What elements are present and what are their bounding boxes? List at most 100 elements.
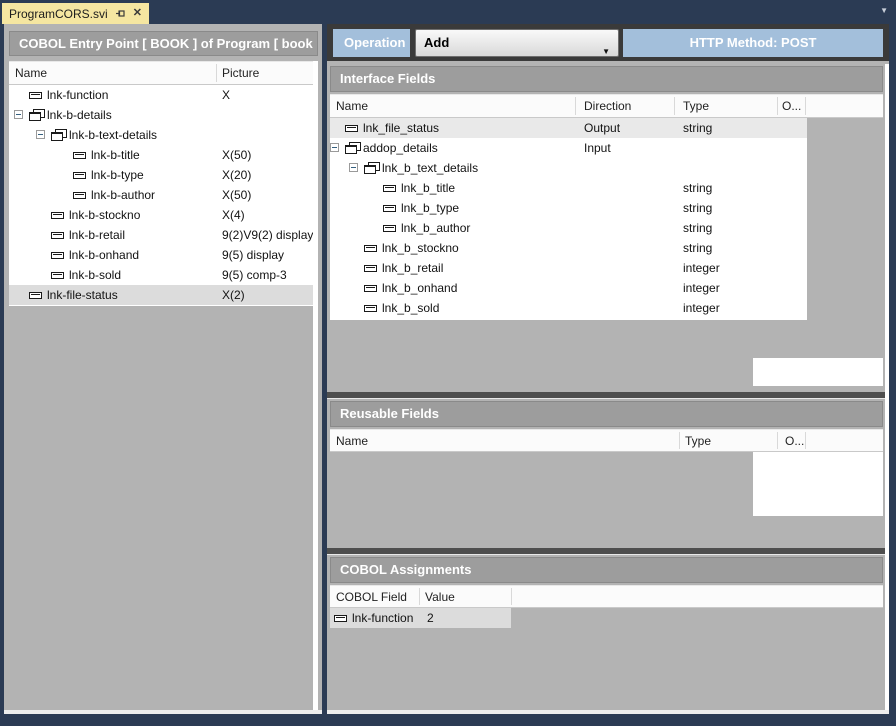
tree-row[interactable]: lnk-file-statusX(2) [9, 285, 318, 305]
field-name: lnk-b-details [47, 105, 112, 125]
close-icon[interactable]: ✕ [133, 8, 142, 19]
section-splitter[interactable] [327, 392, 889, 399]
tree-row[interactable]: lnk-b-stockno X(4) [9, 205, 318, 225]
column-resize-handle[interactable] [777, 97, 778, 115]
column-resize-handle[interactable] [777, 432, 778, 449]
field-picture: X [222, 85, 230, 105]
tree-column-header[interactable]: NamePicture [9, 61, 318, 85]
field-type: string [683, 218, 712, 238]
tree-row[interactable]: lnk-b-authorX(50) [9, 185, 318, 205]
tree-row[interactable]: lnk-b-titleX(50) [9, 145, 318, 165]
operation-select[interactable]: Add ▼ [415, 29, 619, 57]
tree-row[interactable]: lnk_b_text_details [330, 158, 807, 178]
tree-row[interactable]: lnk_b_title string [330, 178, 807, 198]
column-header-label: Name [336, 430, 368, 452]
field-icon [364, 305, 377, 312]
scrollbar-track[interactable] [885, 64, 889, 710]
interface-fields-title: Interface Fields [330, 66, 883, 92]
column-header-label: O... [782, 95, 801, 117]
field-name: lnk_b_title [401, 178, 455, 198]
field-name: lnk_b_retail [382, 258, 443, 278]
panel-title: COBOL Entry Point [ BOOK ] of Program [ … [9, 31, 318, 56]
expander-minus-icon[interactable] [36, 130, 45, 139]
document-tab[interactable]: ProgramCORS.svi ✕ [2, 3, 149, 24]
tree-row[interactable]: lnk_b_type string [330, 198, 807, 218]
field-name: lnk_b_stockno [382, 238, 459, 258]
field-icon [364, 285, 377, 292]
column-resize-handle[interactable] [674, 97, 675, 115]
http-method-label: HTTP Method: POST [623, 29, 883, 57]
field-picture: X(4) [222, 205, 245, 225]
tree-row[interactable]: lnk-functionX [9, 85, 318, 105]
cobol-assignments-column-header[interactable]: COBOL FieldValue [330, 585, 883, 608]
cobol-assignments-title: COBOL Assignments [330, 557, 883, 583]
pin-icon[interactable] [115, 8, 126, 19]
expander-minus-icon[interactable] [349, 163, 358, 172]
column-resize-handle[interactable] [805, 97, 806, 115]
panel-edge [327, 710, 889, 714]
field-type: integer [683, 298, 720, 318]
tab-list-dropdown-icon[interactable]: ▼ [880, 6, 888, 15]
group-field-icon [364, 162, 379, 173]
field-type: string [683, 118, 712, 138]
field-name: lnk_b_text_details [382, 158, 478, 178]
section-splitter[interactable] [327, 548, 889, 555]
tree-row[interactable]: lnk-b-typeX(20) [9, 165, 318, 185]
field-type: integer [683, 258, 720, 278]
field-picture: 9(5) comp-3 [222, 265, 287, 285]
field-name: lnk_b_type [401, 198, 459, 218]
tree-row[interactable]: lnk_file_status Output string [330, 118, 807, 138]
column-header-label: Direction [584, 95, 631, 117]
column-header-label: Type [685, 430, 711, 452]
tree-row[interactable]: lnk-b-retail9(2)V9(2) display [9, 225, 318, 245]
column-resize-handle[interactable] [511, 588, 512, 605]
field-name: addop_details [363, 138, 438, 158]
field-icon [334, 615, 347, 622]
field-type: string [683, 198, 712, 218]
tree-row[interactable]: lnk_b_onhandinteger [330, 278, 807, 298]
field-direction: Output [584, 118, 620, 138]
tree-row[interactable]: lnk-b-onhand9(5) display [9, 245, 318, 265]
reusable-fields-column-header[interactable]: NameTypeO... [330, 429, 883, 452]
field-name: lnk_file_status [363, 118, 439, 138]
field-value: 2 [427, 608, 434, 628]
field-icon [51, 272, 64, 279]
expander-minus-icon[interactable] [14, 110, 23, 119]
interface-fields-tree: lnk_file_statusOutputstringaddop_details… [330, 118, 807, 320]
tree-row[interactable]: lnk_b_soldinteger [330, 298, 807, 318]
field-picture: 9(5) display [222, 245, 284, 265]
tree-row[interactable]: lnk-b-sold 9(5) comp-3 [9, 265, 318, 285]
expander-minus-icon[interactable] [330, 143, 339, 152]
column-resize-handle[interactable] [805, 432, 806, 449]
operation-selected-value: Add [424, 35, 449, 50]
tree-row[interactable]: lnk_b_retail integer [330, 258, 807, 278]
scrollbar-track[interactable] [313, 61, 318, 710]
interface-fields-column-header[interactable]: NameDirectionTypeO... [330, 94, 883, 118]
tree-row[interactable]: addop_detailsInput [330, 138, 807, 158]
tree-row[interactable]: lnk-function2 [330, 608, 883, 628]
field-name: lnk-b-sold [69, 265, 121, 285]
field-icon [73, 192, 86, 199]
field-type: string [683, 178, 712, 198]
cobol-entry-point-panel: COBOL Entry Point [ BOOK ] of Program [ … [4, 24, 322, 714]
column-resize-handle[interactable] [216, 64, 217, 82]
field-icon [383, 205, 396, 212]
column-resize-handle[interactable] [575, 97, 576, 115]
field-name: lnk_b_author [401, 218, 470, 238]
tree-row[interactable]: lnk-b-details [9, 105, 318, 125]
field-name: lnk-b-stockno [69, 205, 140, 225]
field-name: lnk-b-author [91, 185, 155, 205]
tree-row[interactable]: lnk_b_author string [330, 218, 807, 238]
column-resize-handle[interactable] [679, 432, 680, 449]
tree-row[interactable]: lnk-b-text-details [9, 125, 318, 145]
reusable-fields-title: Reusable Fields [330, 401, 883, 427]
field-name: lnk-b-text-details [69, 125, 157, 145]
field-picture: X(50) [222, 145, 251, 165]
operation-bar: Operation Add ▼ HTTP Method: POST [327, 24, 889, 61]
field-icon [364, 265, 377, 272]
tree-row[interactable]: lnk_b_stocknostring [330, 238, 807, 258]
column-resize-handle[interactable] [419, 588, 420, 605]
field-icon [383, 185, 396, 192]
operation-mapping-panel: Operation Add ▼ HTTP Method: POST Interf… [327, 24, 889, 714]
field-name: lnk-b-type [91, 165, 144, 185]
